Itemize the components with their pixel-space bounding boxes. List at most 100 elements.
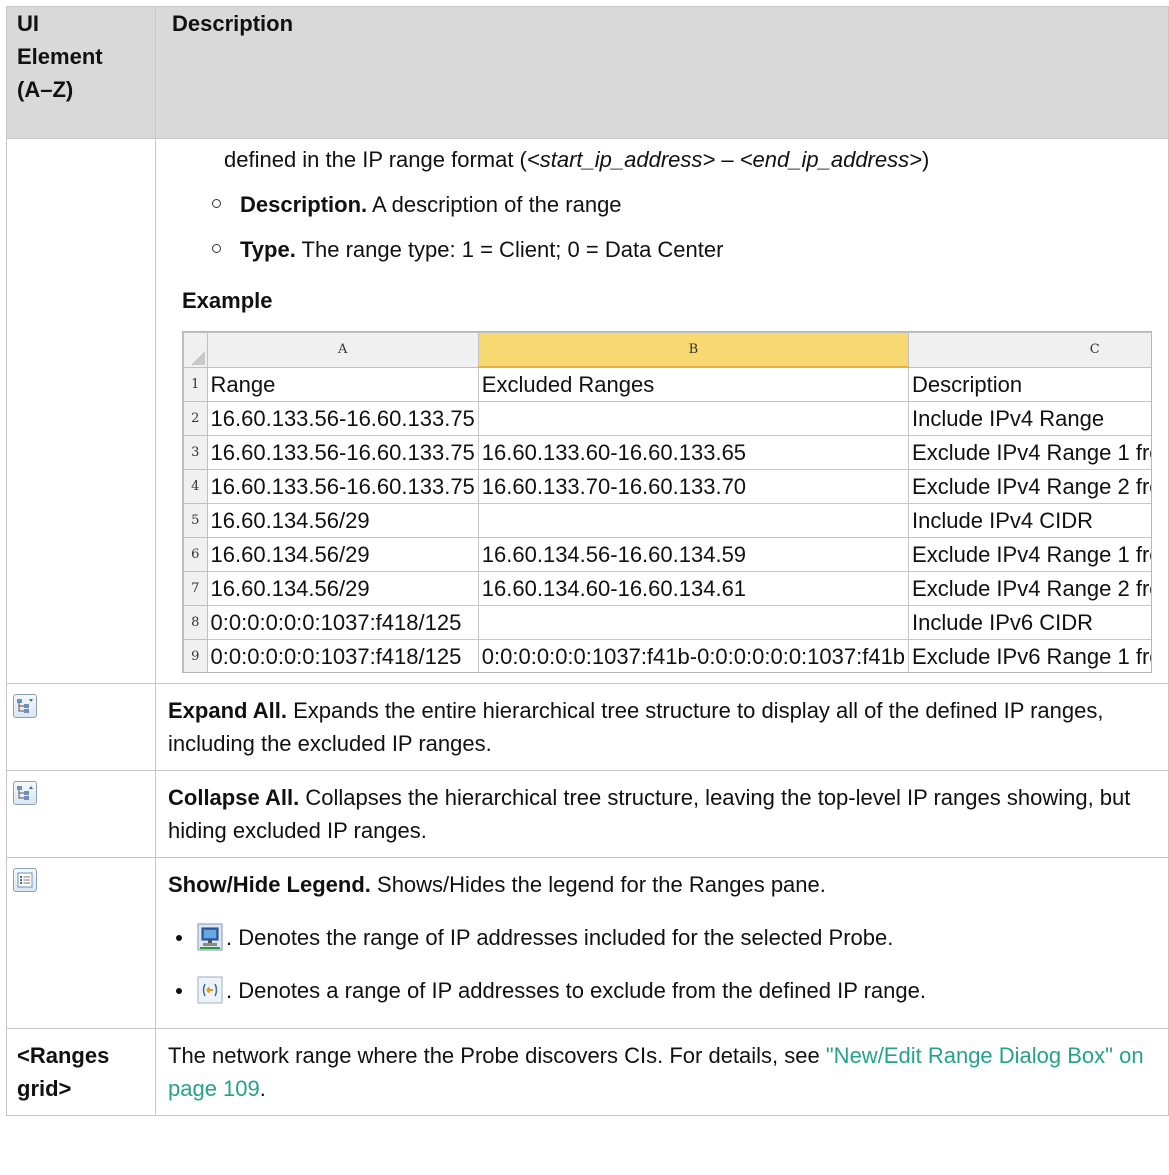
expand-all-description: Expand All. Expands the entire hierarchi… (155, 683, 1169, 771)
ranges-grid-element: <Ranges grid> (6, 1028, 156, 1116)
legend-term: Show/Hide Legend. (168, 872, 371, 897)
example-heading: Example (182, 288, 273, 313)
end-ip-placeholder: <end_ip_address> (739, 147, 922, 172)
cell-range[interactable]: 16.60.134.56/29 (206, 571, 479, 606)
icon-cell (6, 770, 156, 858)
row-number[interactable]: 7 (183, 571, 208, 606)
row-number[interactable]: 1 (183, 366, 208, 402)
cell-excluded-ranges[interactable]: 16.60.133.70-16.60.133.70 (477, 469, 910, 504)
ranges-grid-period: . (259, 1076, 266, 1101)
ip-format-text: defined in the IP range format ( (224, 147, 527, 172)
cell-range[interactable]: 16.60.133.56-16.60.133.75 (206, 435, 479, 470)
close-paren: ) (921, 147, 930, 172)
header-ui-line2: Element (17, 44, 103, 69)
spreadsheet-row: 516.60.134.56/29Include IPv4 CIDR0 (183, 503, 1151, 538)
expand-all-text: Expands the entire hierarchical tree str… (168, 698, 1104, 756)
table-row-collapse-all: Collapse All. Collapses the hierarchical… (6, 770, 1169, 858)
cell-excluded-ranges[interactable] (477, 401, 910, 436)
cell-description[interactable]: Exclude IPv4 Range 2 from CIDR (908, 571, 1151, 606)
icon-cell (6, 857, 156, 1029)
ip-format-line: defined in the IP range format (<start_i… (182, 143, 1152, 176)
sub-item-description: Description. A description of the range (182, 188, 1152, 221)
collapse-all-description: Collapse All. Collapses the hierarchical… (155, 770, 1169, 858)
collapse-all-term: Collapse All. (168, 785, 300, 810)
row-number[interactable]: 8 (183, 605, 208, 640)
sub-item-type: Type. The range type: 1 = Client; 0 = Da… (182, 233, 1152, 266)
cell-range[interactable]: 16.60.133.56-16.60.133.75 (206, 469, 479, 504)
legend-item-exclude: . Denotes a range of IP addresses to exc… (168, 974, 1152, 1007)
row-number[interactable]: 3 (183, 435, 208, 470)
sub-item-text: A description of the range (367, 192, 622, 217)
probe-computer-icon (196, 923, 224, 951)
spreadsheet-row: 1RangeExcluded RangesDescriptionType (183, 366, 1151, 402)
spreadsheet-row: 2 16.60.133.56-16.60.133.75 Include IPv4 R… (183, 401, 1151, 436)
cell-range[interactable]: 0:0:0:0:0:0:1037:f418/125 (206, 639, 479, 672)
column-header-c[interactable]: C (908, 332, 1151, 368)
cell-excluded-ranges[interactable]: 0:0:0:0:0:0:1037:f41b-0:0:0:0:0:0:1037:f… (477, 639, 910, 672)
dash: – (715, 147, 740, 172)
sub-item-text: The range type: 1 = Client; 0 = Data Cen… (295, 237, 724, 262)
legend-item-text: . Denotes a range of IP addresses to exc… (226, 978, 926, 1003)
row-number[interactable]: 2 (183, 401, 208, 436)
circle-bullet-icon (212, 244, 221, 253)
show-hide-legend-icon[interactable] (13, 868, 37, 892)
cell-description[interactable]: Exclude IPv4 Range 1 from IP Range (908, 435, 1151, 470)
spreadsheet-row: 8 0:0:0:0:0:0:1037:f418/125 Include IPv6 C… (183, 605, 1151, 640)
cell-excluded-ranges[interactable]: 16.60.134.56-16.60.134.59 (477, 537, 910, 572)
header-description: Description (155, 6, 1169, 139)
table-header-row: UI Element (A–Z) Description (6, 6, 1169, 139)
cell-excluded-ranges[interactable] (477, 503, 910, 538)
table-row-expand-all: Expand All. Expands the entire hierarchi… (6, 683, 1169, 771)
exclude-range-icon (196, 976, 224, 1004)
row-number[interactable]: 9 (183, 639, 208, 672)
expand-all-term: Expand All. (168, 698, 287, 723)
select-all-corner[interactable] (183, 332, 208, 368)
cell-range[interactable]: Range (206, 366, 479, 402)
legend-item-probe: . Denotes the range of IP addresses incl… (168, 921, 1152, 954)
ranges-grid-description: The network range where the Probe discov… (155, 1028, 1169, 1116)
ui-elements-table: UI Element (A–Z) Description defined in … (6, 6, 1169, 1116)
cell-range[interactable]: 16.60.134.56/29 (206, 537, 479, 572)
legend-intro: Show/Hide Legend. Shows/Hides the legend… (168, 868, 1152, 901)
cell-description[interactable]: Description (908, 366, 1151, 402)
collapse-all-icon[interactable] (13, 781, 37, 805)
cell-excluded-ranges[interactable]: 16.60.134.60-16.60.134.61 (477, 571, 910, 606)
bullet-icon (176, 988, 182, 994)
cell-description[interactable]: Include IPv4 CIDR (908, 503, 1151, 538)
cell-excluded-ranges[interactable]: Excluded Ranges (477, 366, 910, 402)
legend-item-text: . Denotes the range of IP addresses incl… (226, 925, 894, 950)
row-number[interactable]: 4 (183, 469, 208, 504)
cell-description[interactable]: Include IPv6 CIDR (908, 605, 1151, 640)
continuation-cell: defined in the IP range format (<start_i… (155, 138, 1169, 684)
empty-cell (6, 138, 156, 684)
cell-description[interactable]: Include IPv4 Range (908, 401, 1151, 436)
cell-description[interactable]: Exclude IPv4 Range 1 from CIDR (908, 537, 1151, 572)
cell-excluded-ranges[interactable]: 16.60.133.60-16.60.133.65 (477, 435, 910, 470)
cell-excluded-ranges[interactable] (477, 605, 910, 640)
row-number[interactable]: 6 (183, 537, 208, 572)
table-row-show-hide-legend: Show/Hide Legend. Shows/Hides the legend… (6, 857, 1169, 1029)
icon-cell (6, 683, 156, 771)
row-number[interactable]: 5 (183, 503, 208, 538)
spreadsheet-grid: A B C D 1RangeExcluded RangesDescription… (183, 332, 1151, 672)
spreadsheet-row: 4 16.60.133.56-16.60.133.75 16.60.133.70-1… (183, 469, 1151, 504)
spreadsheet-row: 6 16.60.134.56/29 16.60.134.56-16.60.134.5… (183, 537, 1151, 572)
column-header-b[interactable]: B (477, 332, 910, 368)
cell-range[interactable]: 16.60.133.56-16.60.133.75 (206, 401, 479, 436)
cell-description[interactable]: Exclude IPv4 Range 2 from IP Range (908, 469, 1151, 504)
table-row-ranges-grid: <Ranges grid> The network range where th… (6, 1028, 1169, 1116)
ranges-grid-text: The network range where the Probe discov… (168, 1043, 826, 1068)
cell-description[interactable]: Exclude IPv6 Range 1 from CIDR (908, 639, 1151, 672)
column-header-a[interactable]: A (206, 332, 479, 368)
header-ui-element: UI Element (A–Z) (6, 6, 156, 139)
bullet-icon (176, 935, 182, 941)
legend-text: Shows/Hides the legend for the Ranges pa… (370, 872, 826, 897)
expand-all-icon[interactable] (13, 694, 37, 718)
legend-description: Show/Hide Legend. Shows/Hides the legend… (155, 857, 1169, 1029)
sub-item-term: Description. (240, 192, 368, 217)
sub-item-term: Type. (240, 237, 296, 262)
header-ui-line1: UI (17, 11, 39, 36)
cell-range[interactable]: 0:0:0:0:0:0:1037:f418/125 (206, 605, 479, 640)
cell-range[interactable]: 16.60.134.56/29 (206, 503, 479, 538)
header-ui-line3: (A–Z) (17, 77, 74, 102)
